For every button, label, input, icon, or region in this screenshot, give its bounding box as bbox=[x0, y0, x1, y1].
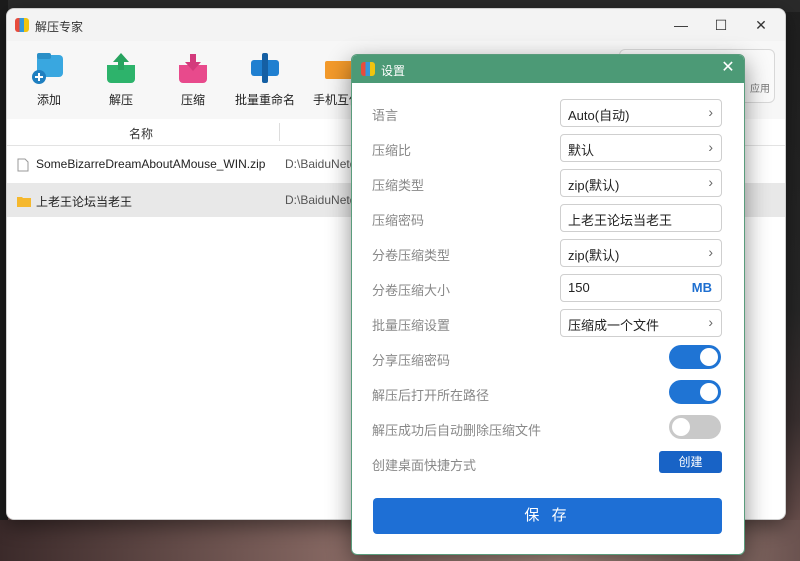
toggle-knob bbox=[700, 348, 718, 366]
batch-label: 批量压缩设置 bbox=[372, 318, 451, 333]
dialog-title: 设置 bbox=[381, 64, 406, 78]
maximize-button[interactable]: ☐ bbox=[707, 13, 735, 37]
create-shortcut-button[interactable]: 创建 bbox=[659, 451, 722, 473]
settings-dialog: 设置 ✕ 语言 Auto(自动) › 压缩比 默认 › 压缩类型 zip(默认)… bbox=[351, 54, 745, 555]
password-label: 压缩密码 bbox=[372, 213, 425, 228]
split-size-label: 分卷压缩大小 bbox=[372, 283, 451, 298]
folder-icon bbox=[17, 194, 31, 212]
dialog-close-button[interactable]: ✕ bbox=[718, 58, 738, 78]
compress-label: 压缩 bbox=[180, 93, 205, 107]
column-divider[interactable] bbox=[279, 123, 280, 141]
chevron-right-icon: › bbox=[708, 104, 713, 120]
auto-delete-label: 解压成功后自动删除压缩文件 bbox=[372, 423, 542, 438]
title-bar: 解压专家 — ☐ ✕ bbox=[7, 9, 785, 41]
auto-delete-toggle[interactable] bbox=[669, 415, 721, 439]
minimize-button[interactable]: — bbox=[667, 13, 695, 37]
batch-rename-icon bbox=[245, 51, 285, 85]
batch-rename-button[interactable]: 批量重命名 bbox=[229, 51, 301, 108]
chevron-right-icon: › bbox=[708, 244, 713, 260]
toggle-knob bbox=[672, 418, 690, 436]
add-button[interactable]: 添加 bbox=[13, 51, 85, 108]
open-path-toggle[interactable] bbox=[669, 380, 721, 404]
type-label: 压缩类型 bbox=[372, 178, 425, 193]
right-panel-text: 应用 bbox=[750, 84, 770, 95]
language-select[interactable]: Auto(自动) › bbox=[560, 99, 722, 127]
save-button[interactable]: 保 存 bbox=[373, 498, 722, 534]
batch-value: 压缩成一个文件 bbox=[568, 318, 660, 333]
ratio-select[interactable]: 默认 › bbox=[560, 134, 722, 162]
type-select[interactable]: zip(默认) › bbox=[560, 169, 722, 197]
ratio-value: 默认 bbox=[568, 143, 595, 158]
batch-select[interactable]: 压缩成一个文件 › bbox=[560, 309, 722, 337]
extract-icon bbox=[101, 51, 141, 85]
split-type-label: 分卷压缩类型 bbox=[372, 248, 451, 263]
close-button[interactable]: ✕ bbox=[747, 13, 775, 37]
dialog-title-bar: 设置 ✕ bbox=[352, 55, 744, 83]
share-password-toggle[interactable] bbox=[669, 345, 721, 369]
chevron-right-icon: › bbox=[708, 174, 713, 190]
file-path: D:\BaiduNetd bbox=[285, 157, 357, 171]
file-path: D:\BaiduNetd bbox=[285, 193, 357, 207]
split-type-value: zip(默认) bbox=[568, 248, 620, 263]
compress-button[interactable]: 压缩 bbox=[157, 51, 229, 108]
app-logo-icon bbox=[361, 62, 375, 76]
extract-button[interactable]: 解压 bbox=[85, 51, 157, 108]
share-password-label: 分享压缩密码 bbox=[372, 353, 451, 368]
type-value: zip(默认) bbox=[568, 178, 620, 193]
add-folder-icon bbox=[29, 51, 69, 85]
file-icon bbox=[17, 158, 29, 177]
window-title: 解压专家 bbox=[35, 20, 84, 34]
ratio-label: 压缩比 bbox=[372, 143, 412, 158]
extract-label: 解压 bbox=[108, 93, 133, 107]
split-size-input[interactable]: 150 MB bbox=[560, 274, 722, 302]
open-path-label: 解压后打开所在路径 bbox=[372, 388, 490, 403]
file-name: SomeBizarreDreamAboutAMouse_WIN.zip bbox=[36, 157, 266, 171]
password-input[interactable]: 上老王论坛当老王 bbox=[560, 204, 722, 232]
split-size-unit: MB bbox=[691, 280, 712, 295]
language-label: 语言 bbox=[372, 108, 399, 123]
split-type-select[interactable]: zip(默认) › bbox=[560, 239, 722, 267]
toggle-knob bbox=[700, 383, 718, 401]
app-logo-icon bbox=[15, 18, 29, 32]
chevron-right-icon: › bbox=[708, 314, 713, 330]
split-size-value: 150 bbox=[568, 280, 590, 295]
chevron-right-icon: › bbox=[708, 139, 713, 155]
compress-icon bbox=[173, 51, 213, 85]
language-value: Auto(自动) bbox=[568, 108, 630, 123]
column-name-header[interactable]: 名称 bbox=[129, 125, 153, 142]
password-value: 上老王论坛当老王 bbox=[568, 213, 673, 228]
shortcut-label: 创建桌面快捷方式 bbox=[372, 458, 477, 473]
batch-rename-label: 批量重命名 bbox=[234, 93, 295, 107]
file-name: 上老王论坛当老王 bbox=[36, 195, 133, 209]
add-label: 添加 bbox=[36, 93, 61, 107]
